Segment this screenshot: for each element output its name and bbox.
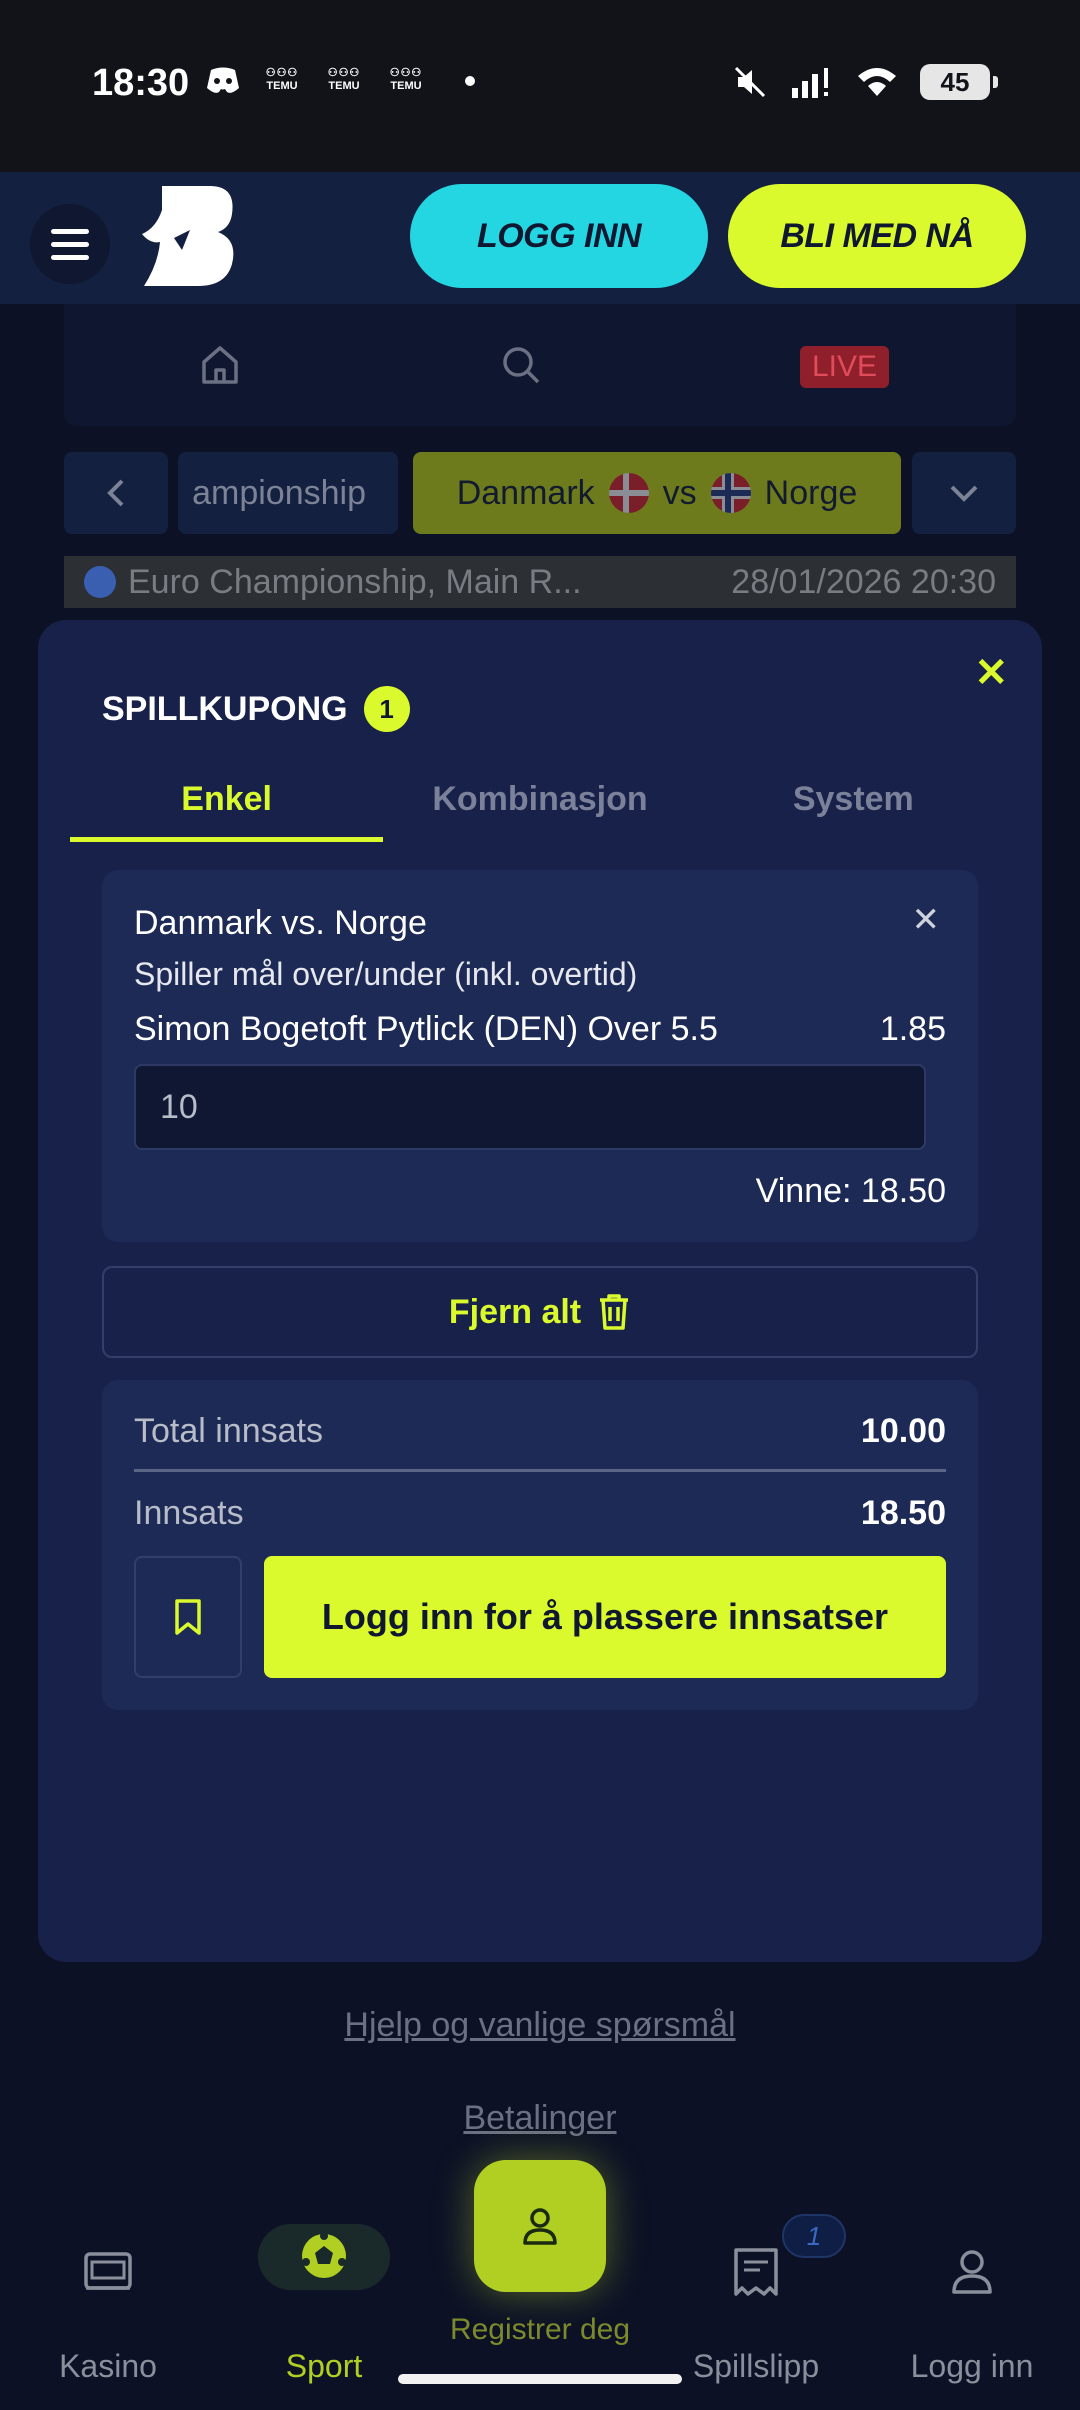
remove-bet-icon[interactable]: ✕ [912,900,941,940]
event-datetime: 28/01/2026 20:30 [731,562,996,601]
login-button[interactable]: LOGG INN [410,184,708,288]
event-row[interactable]: Euro Championship, Main R... 28/01/2026 … [64,556,1016,608]
place-bet-button[interactable]: Logg inn for å plassere innsatser [264,1556,946,1678]
bet-card: Danmark vs. Norge ✕ Spiller mål over/und… [102,870,978,1242]
tab-system[interactable]: System [697,770,1010,842]
away-team: Norge [764,473,858,512]
bet-market: Spiller mål over/under (inkl. overtid) [134,956,638,992]
save-betslip-button[interactable] [134,1556,242,1678]
status-time: 18:30 [92,62,190,104]
total-stake-value: 10.00 [860,1412,946,1450]
nav-kasino[interactable]: Kasino [0,2200,216,2410]
match-selector: ampionship Danmark vs Norge [64,452,1016,534]
tab-kombinasjon[interactable]: Kombinasjon [383,770,696,842]
bet-odds: 1.85 [879,1010,946,1048]
user-icon [523,2208,557,2245]
notification-icons: ⚇⚇⚇ TEMU ⚇⚇⚇ TEMU ⚇⚇⚇ TEMU [205,66,475,96]
system-icons: 45 [732,64,998,100]
battery-indicator: 45 [920,64,998,100]
potential-win: Vinne: 18.50 [755,1172,946,1210]
total-stake-row: Total innsats 10.00 [134,1412,946,1472]
wifi-icon [858,68,896,96]
tab-enkel[interactable]: Enkel [70,770,384,842]
nav-logg-inn[interactable]: Logg inn [864,2200,1080,2410]
home-icon[interactable] [200,344,240,386]
user-icon [952,2250,992,2294]
signal-icon [792,68,828,98]
vs-label: vs [662,473,697,512]
close-icon[interactable]: ✕ [974,650,1008,696]
join-button[interactable]: BLI MED NÅ [728,184,1026,288]
temu-icon: ⚇⚇⚇ TEMU [327,67,361,92]
betslip-tabs: Enkel Kombinasjon System [70,770,1010,842]
help-link[interactable]: Hjelp og vanlige spørsmål [0,2006,1080,2045]
bet-match: Danmark vs. Norge [134,904,427,942]
top-nav: LIVE [64,304,1016,426]
betslip-count-badge: 1 [363,686,410,732]
temu-icon: ⚇⚇⚇ TEMU [265,67,299,92]
chevron-left-icon [107,479,124,507]
search-icon[interactable] [500,344,542,386]
status-bar: 18:30 ⚇⚇⚇ TEMU ⚇⚇⚇ TEMU ⚇⚇⚇ TEMU 45 [0,0,1080,172]
match-tab-active[interactable]: Danmark vs Norge [413,452,901,534]
betslip-modal: ✕ SPILLKUPONG 1 Enkel Kombinasjon System… [38,620,1042,1962]
hamburger-icon [51,228,89,234]
slot-machine-icon [84,2252,132,2290]
betslip-count-badge: 1 [782,2214,846,2258]
betslip-title: SPILLKUPONG 1 [102,686,410,732]
previous-button[interactable] [64,452,168,534]
stake-input[interactable] [134,1064,926,1150]
mute-icon [734,66,766,98]
trash-icon [600,1294,629,1330]
menu-button[interactable] [30,204,110,284]
soccer-ball-icon [302,2232,346,2278]
stake-row: Innsats 18.50 [134,1494,946,1532]
home-indicator[interactable] [398,2374,682,2384]
remove-all-button[interactable]: Fjern alt [102,1266,978,1358]
discord-icon [207,67,239,93]
expand-button[interactable] [912,452,1016,534]
chevron-down-icon [950,485,978,502]
norway-flag-icon [710,473,751,513]
competition-name: Euro Championship, Main R... [128,562,582,601]
bet-selection: Simon Bogetoft Pytlick (DEN) Over 5.5 [134,1010,718,1048]
live-tab[interactable]: LIVE [800,346,890,388]
home-team: Danmark [456,473,595,512]
bet-summary: Total innsats 10.00 Innsats 18.50 Logg i… [102,1380,978,1710]
globe-icon [84,566,116,598]
stake-value: 18.50 [860,1494,946,1532]
register-button[interactable] [474,2160,606,2292]
brand-logo[interactable] [140,180,240,290]
denmark-flag-icon [608,473,649,513]
betslip-icon [734,2248,778,2296]
temu-icon: ⚇⚇⚇ TEMU [389,67,423,92]
more-notifications-dot [465,76,475,86]
register-label: Registrer deg [449,2313,631,2346]
bookmark-icon [175,1599,201,1635]
payments-link[interactable]: Betalinger [0,2099,1080,2138]
match-tab-championship[interactable]: ampionship [178,452,398,534]
